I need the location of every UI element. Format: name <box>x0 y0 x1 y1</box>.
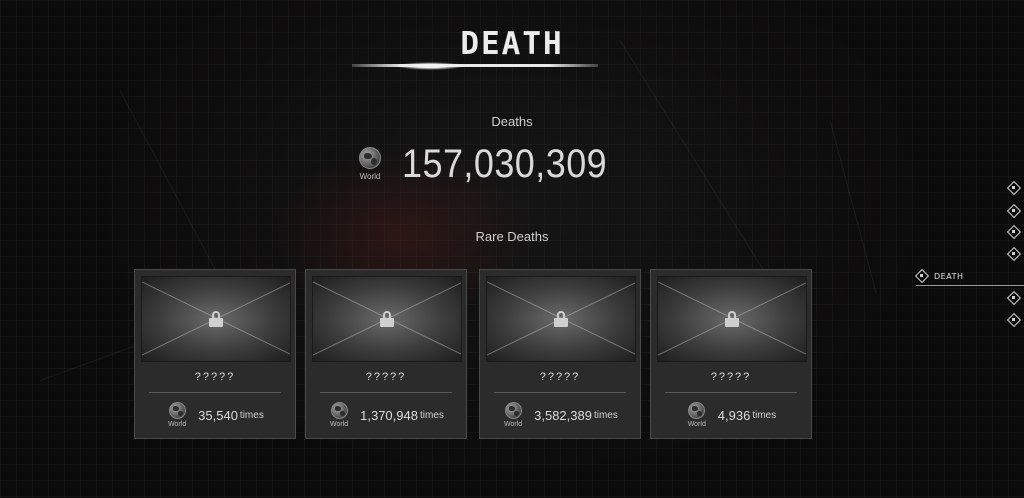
times-label: times <box>593 409 618 421</box>
locked-image <box>312 276 462 362</box>
nav-item-death[interactable]: DEATH <box>916 270 1024 290</box>
divider <box>149 392 281 393</box>
rare-deaths-list: ????? World 35,540 times ????? World 1,3… <box>134 269 814 441</box>
locked-image <box>486 276 636 362</box>
world-scope: World <box>686 402 708 428</box>
nav-active-underline <box>916 285 1024 286</box>
lock-icon <box>554 311 568 327</box>
world-label: World <box>504 421 523 428</box>
page-title: DEATH <box>460 26 564 62</box>
world-label: World <box>359 172 381 181</box>
rare-death-card[interactable]: ????? World 35,540 times <box>134 269 296 439</box>
world-scope: World <box>356 147 384 181</box>
nav-item-map-pin-icon[interactable] <box>1008 292 1019 305</box>
side-nav: DEATH <box>904 178 1024 338</box>
rare-death-stat: World 3,582,389 times <box>480 402 640 428</box>
title-underline-splatter <box>395 62 465 70</box>
nav-item-map-pin-icon[interactable] <box>1008 182 1019 195</box>
nav-item-label: DEATH <box>934 272 964 281</box>
globe-icon <box>330 402 348 419</box>
rare-death-name: ????? <box>710 371 752 383</box>
divider <box>494 392 626 393</box>
lock-icon <box>725 311 739 327</box>
rare-death-card[interactable]: ????? World 4,936 times <box>650 269 812 439</box>
deaths-label: Deaths <box>491 114 533 129</box>
rare-death-stat: World 4,936 times <box>651 402 811 428</box>
rare-death-name: ????? <box>194 371 236 383</box>
times-label: times <box>419 409 444 421</box>
rare-death-stat: World 35,540 times <box>135 402 295 428</box>
nav-item-map-pin-icon[interactable] <box>1008 314 1019 327</box>
times-label: times <box>239 409 264 421</box>
rare-death-name: ????? <box>365 371 407 383</box>
divider <box>665 392 797 393</box>
world-label: World <box>330 421 349 428</box>
lock-icon <box>209 311 223 327</box>
nav-item-map-pin-icon[interactable] <box>1008 226 1019 239</box>
locked-image <box>657 276 807 362</box>
world-label: World <box>687 421 706 428</box>
lock-icon <box>380 311 394 327</box>
nav-item-map-pin-icon[interactable] <box>1008 205 1019 218</box>
rare-death-name: ????? <box>539 371 581 383</box>
rare-death-count: 35,540 <box>198 407 238 423</box>
world-scope: World <box>166 402 188 428</box>
globe-icon <box>688 402 706 419</box>
times-label: times <box>752 409 777 421</box>
total-deaths-value: 157,030,309 <box>402 141 608 186</box>
globe-icon <box>359 147 381 169</box>
world-scope: World <box>328 402 350 428</box>
map-pin-icon <box>916 270 927 283</box>
rare-death-count: 4,936 <box>717 407 751 423</box>
globe-icon <box>168 402 186 419</box>
world-label: World <box>168 421 187 428</box>
nav-item-map-pin-icon[interactable] <box>1008 248 1019 261</box>
rare-death-card[interactable]: ????? World 3,582,389 times <box>479 269 641 439</box>
locked-image <box>141 276 291 362</box>
rare-death-count: 3,582,389 <box>534 407 592 423</box>
title-underline <box>352 64 598 67</box>
world-scope: World <box>502 402 524 428</box>
rare-death-card[interactable]: ????? World 1,370,948 times <box>305 269 467 439</box>
rare-deaths-label: Rare Deaths <box>475 229 549 244</box>
rare-death-stat: World 1,370,948 times <box>306 402 466 428</box>
rare-death-count: 1,370,948 <box>360 407 418 423</box>
total-deaths-row: World 157,030,309 <box>356 140 630 188</box>
globe-icon <box>504 402 522 419</box>
divider <box>320 392 452 393</box>
